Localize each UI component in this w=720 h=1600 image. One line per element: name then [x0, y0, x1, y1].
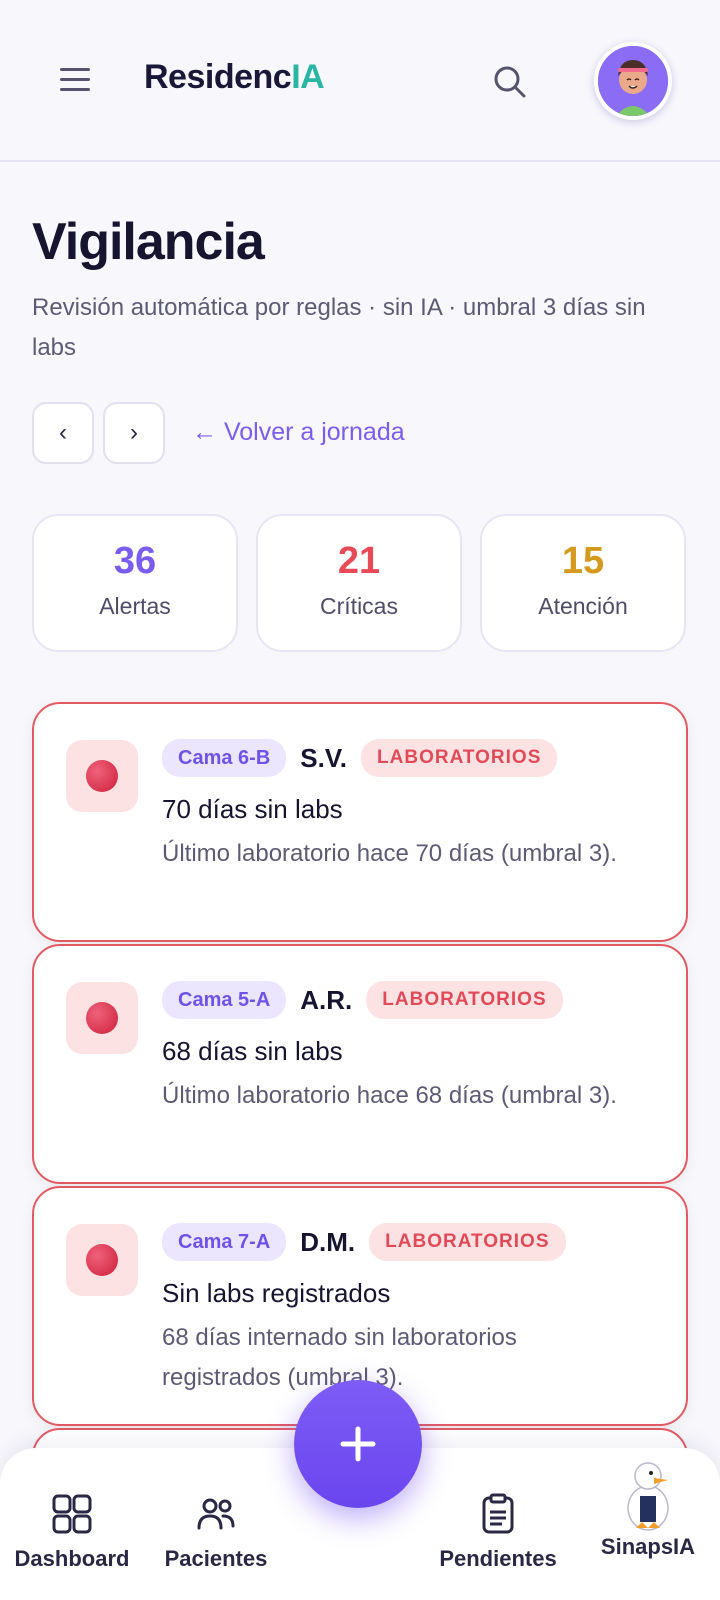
category-badge: LABORATORIOS — [366, 981, 563, 1019]
category-badge: LABORATORIOS — [361, 739, 558, 777]
stat-alertas: 36 Alertas — [32, 514, 238, 652]
bed-badge: Cama 5-A — [162, 981, 287, 1019]
alert-description: Último laboratorio hace 70 días (umbral … — [162, 840, 617, 867]
nav-label: Dashboard — [14, 1546, 130, 1571]
alert-title: Sin labs registrados — [162, 1278, 391, 1308]
app-logo[interactable]: ResidencIA — [144, 58, 325, 97]
stat-value: 21 — [337, 540, 381, 582]
alert-title: 68 días sin labs — [162, 1036, 343, 1066]
nav-label: Pendientes — [439, 1546, 557, 1571]
logo-text: Residenc — [144, 58, 292, 96]
patients-icon — [197, 1498, 235, 1530]
critical-dot-icon — [66, 982, 138, 1054]
stat-value: 15 — [561, 540, 605, 582]
patient-initials: A.R. — [300, 984, 353, 1015]
back-to-jornada-link[interactable]: ← Volver a jornada — [192, 418, 405, 447]
category-badge: LABORATORIOS — [369, 1223, 566, 1261]
stat-value: 36 — [113, 540, 157, 582]
stat-label: Atención — [538, 593, 628, 619]
add-fab-button[interactable] — [294, 1380, 422, 1508]
bed-badge: Cama 7-A — [162, 1223, 287, 1261]
clipboard-icon — [482, 1493, 514, 1534]
stat-atencion: 15 Atención — [480, 514, 686, 652]
prev-button[interactable]: ‹ — [32, 402, 94, 464]
bed-badge: Cama 6-B — [162, 739, 287, 777]
stat-label: Alertas — [99, 593, 171, 619]
critical-dot-icon — [66, 740, 138, 812]
page-subtitle: Revisión automática por reglas · sin IA … — [32, 294, 646, 361]
nav-dashboard[interactable]: Dashboard — [2, 1492, 142, 1572]
critical-dot-icon — [66, 1224, 138, 1296]
nav-sinapsia[interactable]: SinapsIA — [578, 1458, 718, 1560]
nav-label: Pacientes — [164, 1546, 268, 1571]
nav-label: SinapsIA — [600, 1534, 696, 1559]
chevron-left-icon: ‹ — [59, 419, 67, 446]
duck-mascot-icon — [627, 1462, 669, 1531]
alert-card[interactable]: Cama 6-B S.V. LABORATORIOS 70 días sin l… — [32, 702, 688, 942]
nav-pendientes[interactable]: Pendientes — [428, 1492, 568, 1572]
page-title: Vigilancia — [32, 213, 265, 271]
menu-icon[interactable] — [58, 66, 92, 94]
alert-description: Último laboratorio hace 68 días (umbral … — [162, 1082, 617, 1109]
patient-initials: D.M. — [300, 1226, 356, 1257]
stat-label: Críticas — [320, 593, 398, 619]
top-bar: ResidencIA — [0, 0, 720, 162]
alert-title: 70 días sin labs — [162, 794, 343, 824]
search-icon[interactable] — [492, 64, 528, 100]
patient-initials: S.V. — [300, 742, 348, 773]
alert-description: 68 días internado sin laboratorios regis… — [162, 1324, 517, 1391]
dashboard-icon — [52, 1494, 92, 1534]
logo-accent-text: IA — [291, 58, 325, 96]
alert-card[interactable]: Cama 5-A A.R. LABORATORIOS 68 días sin l… — [32, 944, 688, 1184]
stat-criticas: 21 Críticas — [256, 514, 462, 652]
nav-pacientes[interactable]: Pacientes — [146, 1492, 286, 1572]
next-button[interactable]: › — [103, 402, 165, 464]
avatar[interactable] — [594, 42, 672, 120]
plus-icon — [340, 1426, 376, 1462]
chevron-right-icon: › — [130, 419, 138, 446]
